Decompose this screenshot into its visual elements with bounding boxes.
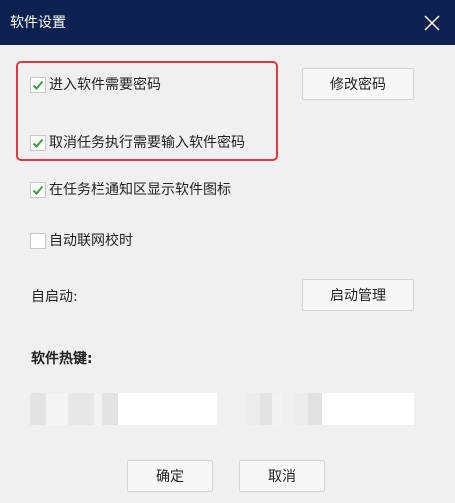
- hotkey-field-2[interactable]: [294, 393, 414, 425]
- checkbox-box[interactable]: [30, 233, 46, 249]
- checkbox-label: 在任务栏通知区显示软件图标: [49, 182, 231, 198]
- cancel-button[interactable]: 取消: [239, 460, 325, 492]
- hotkey-field-1[interactable]: [30, 393, 217, 425]
- checkbox-require-password[interactable]: 进入软件需要密码: [30, 76, 161, 94]
- checkbox-tray-icon[interactable]: 在任务栏通知区显示软件图标: [30, 181, 231, 199]
- check-icon: [32, 185, 44, 195]
- hotkey-label: 软件热键:: [31, 351, 93, 367]
- window-title: 软件设置: [10, 15, 66, 31]
- check-icon: [32, 138, 44, 148]
- checkbox-auto-time-sync[interactable]: 自动联网校时: [30, 232, 133, 250]
- checkbox-label: 进入软件需要密码: [49, 77, 161, 93]
- title-bar: 软件设置: [0, 0, 455, 45]
- check-icon: [32, 80, 44, 90]
- checkbox-label: 自动联网校时: [49, 233, 133, 249]
- checkbox-label: 取消任务执行需要输入软件密码: [49, 135, 245, 151]
- startup-manage-button[interactable]: 启动管理: [302, 279, 414, 311]
- checkbox-box[interactable]: [30, 77, 46, 93]
- change-password-button[interactable]: 修改密码: [302, 68, 414, 100]
- close-button[interactable]: [417, 8, 447, 38]
- hotkey-separator-field: [246, 393, 282, 425]
- checkbox-cancel-task-password[interactable]: 取消任务执行需要输入软件密码: [30, 134, 245, 152]
- close-icon: [424, 15, 440, 31]
- ok-button[interactable]: 确定: [127, 460, 213, 492]
- startup-label: 自启动:: [31, 289, 78, 305]
- checkbox-box[interactable]: [30, 135, 46, 151]
- checkbox-box[interactable]: [30, 182, 46, 198]
